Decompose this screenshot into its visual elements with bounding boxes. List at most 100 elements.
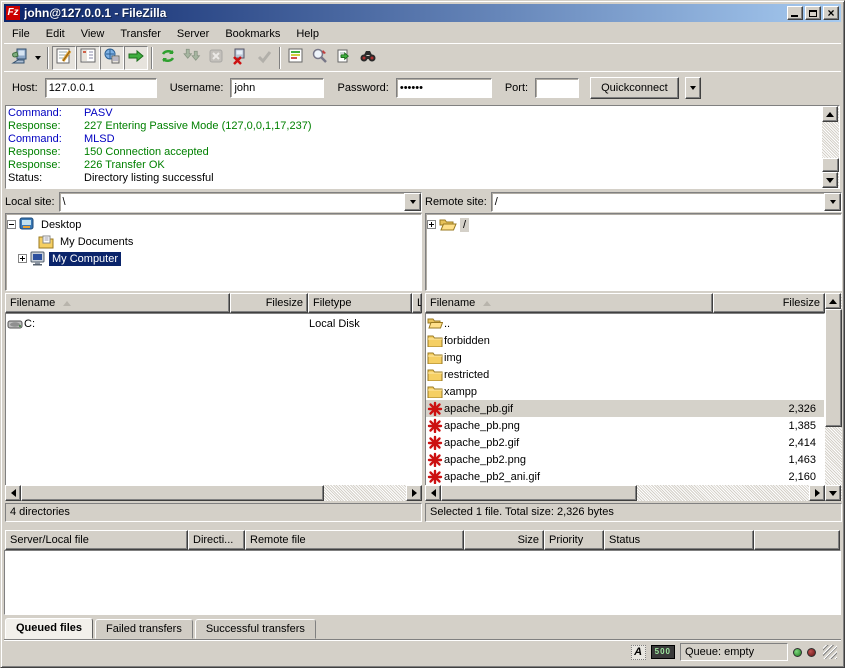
- password-input[interactable]: [396, 78, 492, 98]
- menu-file[interactable]: File: [4, 26, 38, 42]
- folder-row[interactable]: restricted: [426, 366, 824, 383]
- remote-list-header: Filename Filesize: [425, 293, 825, 313]
- local-site-combo[interactable]: \: [59, 192, 422, 212]
- column-filler: [754, 530, 840, 550]
- column-filesize[interactable]: Filesize: [230, 293, 308, 313]
- menu-help[interactable]: Help: [288, 26, 327, 42]
- scroll-right-button[interactable]: [809, 485, 825, 501]
- column-filesize[interactable]: Filesize: [713, 293, 825, 313]
- scroll-down-button[interactable]: [822, 172, 838, 188]
- remote-site-dropdown[interactable]: [824, 193, 841, 211]
- disconnect-button[interactable]: [228, 46, 252, 70]
- column-remote-file[interactable]: Remote file: [245, 530, 464, 550]
- tree-item-my-computer[interactable]: My Computer: [7, 250, 420, 267]
- tree-item-desktop[interactable]: Desktop: [7, 216, 420, 233]
- reconnect-button[interactable]: [252, 46, 276, 70]
- title-bar[interactable]: Fz john@127.0.0.1 - FileZilla ×: [4, 4, 841, 22]
- tab-failed-transfers[interactable]: Failed transfers: [95, 619, 193, 639]
- column-priority[interactable]: Priority: [544, 530, 604, 550]
- log-line: Command:MLSD: [8, 133, 820, 146]
- folder-row[interactable]: img: [426, 349, 824, 366]
- quickconnect-button[interactable]: Quickconnect: [590, 77, 679, 99]
- toolbar-separator: [151, 47, 153, 69]
- minimize-button[interactable]: [787, 6, 803, 20]
- tree-item-root[interactable]: /: [427, 216, 840, 233]
- remote-list-hscrollbar[interactable]: [425, 485, 825, 501]
- menu-transfer[interactable]: Transfer: [112, 26, 169, 42]
- find-files-button[interactable]: [356, 46, 380, 70]
- refresh-button[interactable]: [156, 46, 180, 70]
- speed-limit-icon[interactable]: 500: [651, 645, 675, 659]
- tab-successful-transfers[interactable]: Successful transfers: [195, 619, 316, 639]
- send-led-indicator: [807, 648, 816, 657]
- toggle-log-view-button[interactable]: [52, 46, 76, 70]
- tab-queued-files[interactable]: Queued files: [5, 618, 93, 639]
- remote-list-vscrollbar[interactable]: [825, 293, 842, 501]
- expand-icon[interactable]: [18, 254, 27, 263]
- expand-icon[interactable]: [427, 220, 436, 229]
- remote-site-combo[interactable]: /: [491, 192, 842, 212]
- menu-view[interactable]: View: [73, 26, 113, 42]
- file-row[interactable]: apache_pb2.png1,463: [426, 451, 824, 468]
- scrollbar-thumb[interactable]: [822, 158, 839, 172]
- synchronized-browsing-button[interactable]: [332, 46, 356, 70]
- username-input[interactable]: [230, 78, 324, 98]
- local-site-label: Local site:: [5, 196, 55, 208]
- file-row[interactable]: apache_pb2_ani.gif2,160: [426, 468, 824, 485]
- file-row[interactable]: apache_pb.png1,385: [426, 417, 824, 434]
- synchronized-browsing-icon: [335, 47, 353, 68]
- site-manager-button[interactable]: [8, 46, 32, 70]
- folder-row[interactable]: xampp: [426, 383, 824, 400]
- local-file-list: C: Local Disk: [5, 313, 422, 485]
- scroll-up-button[interactable]: [825, 293, 841, 309]
- collapse-icon[interactable]: [7, 220, 16, 229]
- process-queue-button[interactable]: [180, 46, 204, 70]
- file-row-selected[interactable]: apache_pb.gif2,326: [426, 400, 824, 417]
- local-list-hscrollbar[interactable]: [5, 485, 422, 501]
- scroll-right-button[interactable]: [406, 485, 422, 501]
- menu-bookmarks[interactable]: Bookmarks: [217, 26, 288, 42]
- local-site-dropdown[interactable]: [404, 193, 421, 211]
- scrollbar-thumb[interactable]: [825, 309, 842, 427]
- scroll-down-button[interactable]: [825, 485, 841, 501]
- maximize-button[interactable]: [805, 6, 821, 20]
- column-filetype[interactable]: Filetype: [308, 293, 412, 313]
- resize-grip[interactable]: [823, 645, 837, 659]
- column-server-local-file[interactable]: Server/Local file: [5, 530, 188, 550]
- tree-item-my-documents[interactable]: My Documents: [7, 233, 420, 250]
- column-status[interactable]: Status: [604, 530, 754, 550]
- folder-row[interactable]: forbidden: [426, 332, 824, 349]
- file-row[interactable]: apache_pb2.gif2,414: [426, 434, 824, 451]
- transfer-type-indicator[interactable]: A: [631, 645, 646, 660]
- quickconnect-dropdown[interactable]: [685, 77, 701, 99]
- file-row-c-drive[interactable]: C: Local Disk: [6, 315, 421, 332]
- column-filename[interactable]: Filename: [5, 293, 230, 313]
- column-last-modified[interactable]: L: [412, 293, 422, 313]
- directory-comparison-button[interactable]: [284, 46, 308, 70]
- toolbar-separator: [279, 47, 281, 69]
- port-input[interactable]: [535, 78, 579, 98]
- scroll-up-button[interactable]: [822, 106, 838, 122]
- site-manager-dropdown[interactable]: [32, 46, 44, 70]
- close-button[interactable]: ×: [823, 6, 839, 20]
- host-input[interactable]: [45, 78, 157, 98]
- toggle-queue-button[interactable]: [124, 46, 148, 70]
- column-direction[interactable]: Directi...: [188, 530, 245, 550]
- column-filename[interactable]: Filename: [425, 293, 713, 313]
- scroll-left-button[interactable]: [5, 485, 21, 501]
- toggle-local-tree-button[interactable]: [76, 46, 100, 70]
- sort-ascending-icon: [63, 301, 71, 306]
- menu-edit[interactable]: Edit: [38, 26, 73, 42]
- folder-row[interactable]: ..: [426, 315, 824, 332]
- scroll-left-button[interactable]: [425, 485, 441, 501]
- cancel-button[interactable]: [204, 46, 228, 70]
- remote-site-path: /: [492, 193, 824, 211]
- log-scrollbar[interactable]: [822, 106, 839, 188]
- toggle-remote-tree-button[interactable]: [100, 46, 124, 70]
- menu-server[interactable]: Server: [169, 26, 217, 42]
- filter-button[interactable]: [308, 46, 332, 70]
- arrow-right-icon: [815, 489, 820, 497]
- column-size[interactable]: Size: [464, 530, 544, 550]
- scrollbar-thumb[interactable]: [441, 485, 637, 501]
- scrollbar-thumb[interactable]: [21, 485, 324, 501]
